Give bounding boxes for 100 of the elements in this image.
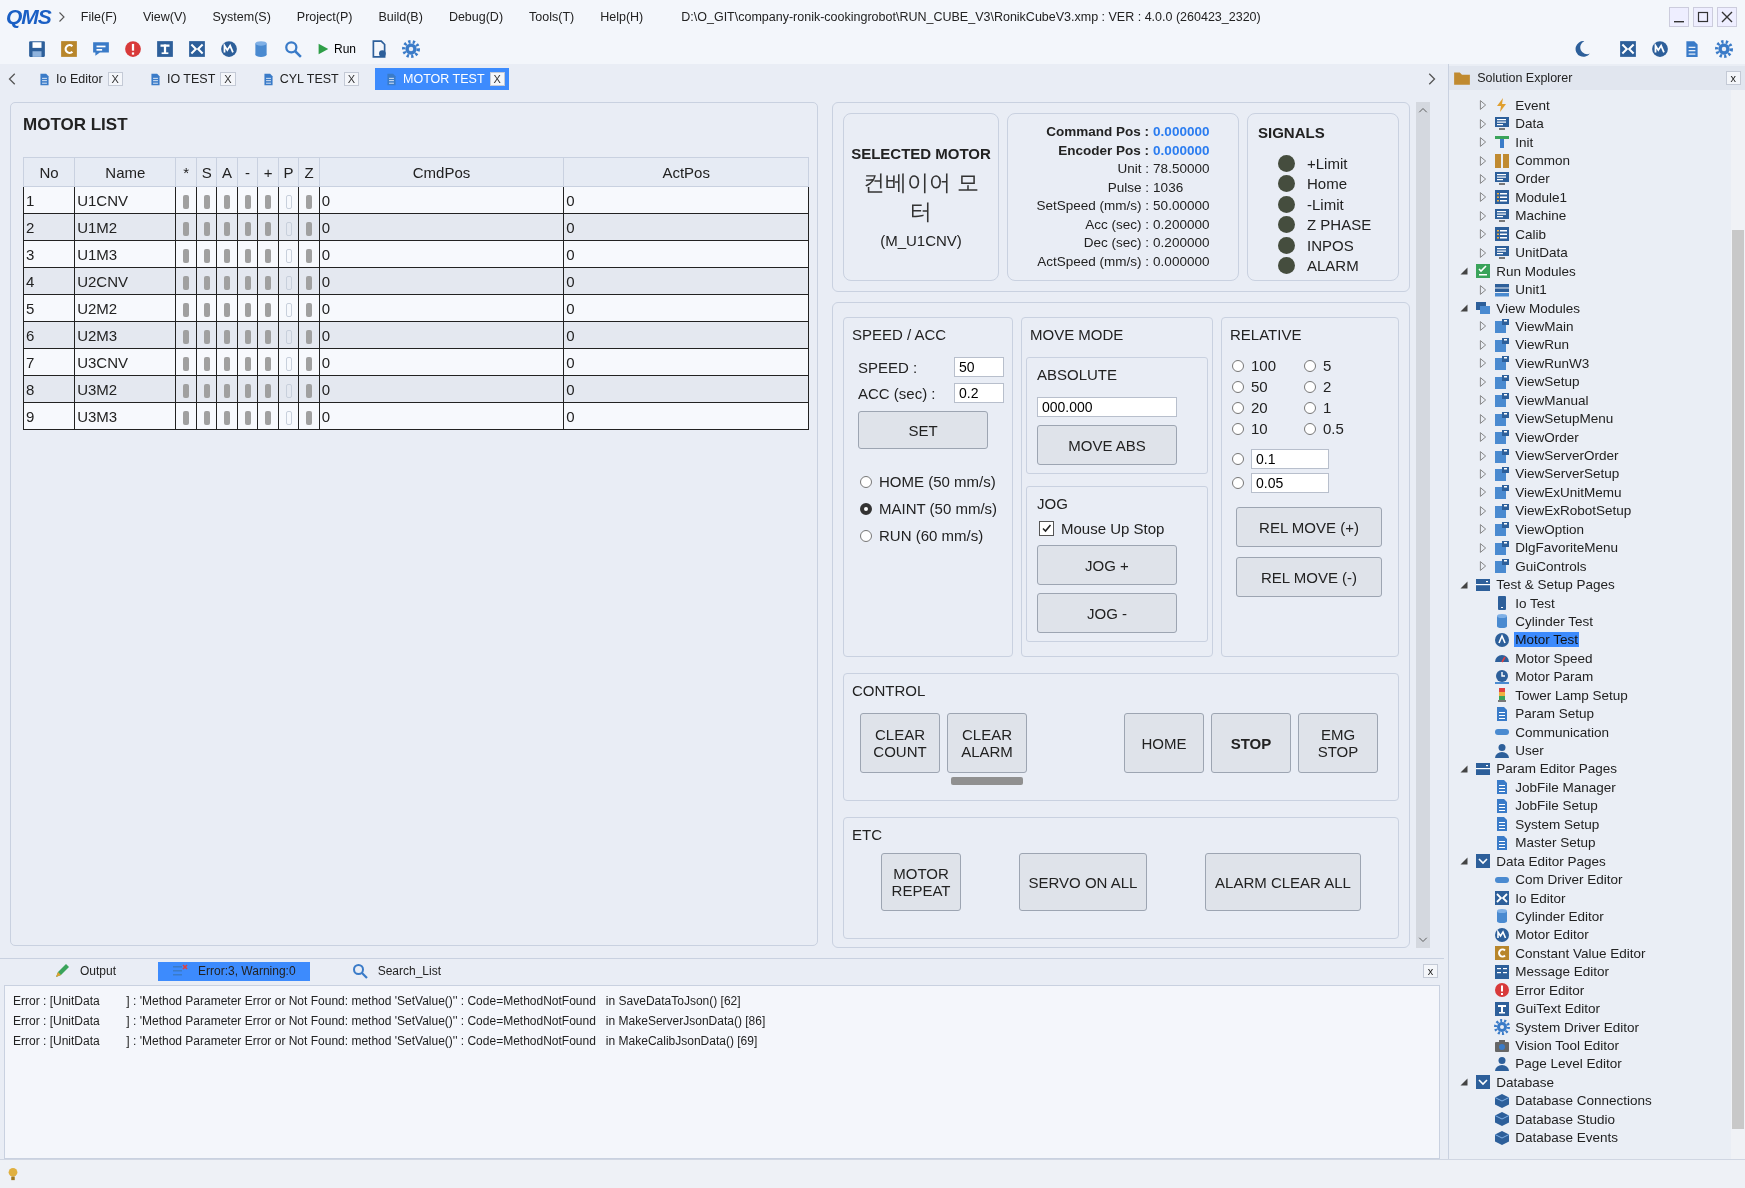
tab-close-button[interactable]: X bbox=[343, 72, 360, 86]
tree-item[interactable]: ViewMain bbox=[1514, 318, 1575, 334]
tree-item[interactable]: System Driver Editor bbox=[1514, 1019, 1640, 1035]
move-abs-button[interactable]: MOVE ABS bbox=[1037, 425, 1177, 465]
control-button[interactable]: EMG STOP bbox=[1298, 713, 1378, 773]
tree-item[interactable]: Database Connections bbox=[1514, 1093, 1653, 1109]
menu-item[interactable]: System(S) bbox=[212, 9, 271, 24]
io-icon[interactable] bbox=[188, 39, 206, 58]
scroll-down-icon[interactable] bbox=[1418, 934, 1428, 944]
tree-item[interactable]: DlgFavoriteMenu bbox=[1514, 540, 1619, 556]
menu-item[interactable]: Project(P) bbox=[296, 9, 353, 24]
tab-label[interactable]: Io Editor bbox=[56, 72, 103, 86]
tree-item[interactable]: View Modules bbox=[1495, 300, 1581, 316]
tree-item[interactable]: Master Setup bbox=[1514, 835, 1597, 851]
scrollbar[interactable] bbox=[1731, 90, 1745, 1159]
tree-item[interactable]: Communication bbox=[1514, 724, 1610, 740]
tree-item[interactable]: Cylinder Editor bbox=[1514, 908, 1605, 924]
menu-item[interactable]: View(V) bbox=[142, 9, 187, 24]
tree-item[interactable]: ViewSetupMenu bbox=[1514, 411, 1615, 427]
radio-option[interactable]: 1 bbox=[1304, 399, 1364, 416]
menu-item[interactable]: Build(B) bbox=[378, 9, 423, 24]
tree-item[interactable]: Error Editor bbox=[1514, 982, 1586, 998]
tree-item[interactable]: ViewExUnitMemu bbox=[1514, 484, 1623, 500]
menu-item[interactable]: Tools(T) bbox=[529, 9, 575, 24]
document-icon[interactable] bbox=[1683, 39, 1701, 58]
rel-move-button[interactable]: REL MOVE (+) bbox=[1236, 507, 1382, 547]
tree-item[interactable]: ViewManual bbox=[1514, 392, 1590, 408]
radio-option[interactable]: 2 bbox=[1304, 378, 1364, 395]
control-button[interactable]: CLEAR ALARM bbox=[947, 713, 1027, 773]
tree-item[interactable]: Constant Value Editor bbox=[1514, 945, 1647, 961]
jog-button[interactable]: JOG - bbox=[1037, 593, 1177, 633]
tree-item[interactable]: Order bbox=[1514, 171, 1551, 187]
etc-button[interactable]: SERVO ON ALL bbox=[1019, 853, 1147, 911]
input-field[interactable]: 0.05 bbox=[1251, 473, 1329, 493]
tree-item[interactable]: Common bbox=[1514, 153, 1571, 169]
tree-item[interactable]: ViewExRobotSetup bbox=[1514, 503, 1633, 519]
control-button[interactable]: HOME bbox=[1124, 713, 1204, 773]
etc-button[interactable]: ALARM CLEAR ALL bbox=[1205, 853, 1361, 911]
tree-item[interactable]: Tower Lamp Setup bbox=[1514, 687, 1629, 703]
search-icon[interactable] bbox=[284, 39, 302, 58]
io-icon[interactable] bbox=[1619, 39, 1637, 58]
input-field[interactable]: 000.000 bbox=[1037, 397, 1177, 417]
tree-item[interactable]: Motor Param bbox=[1514, 669, 1595, 685]
tree-item[interactable]: Run Modules bbox=[1495, 263, 1577, 279]
radio-option[interactable]: 10 bbox=[1232, 420, 1304, 437]
tree-item[interactable]: Com Driver Editor bbox=[1514, 872, 1624, 888]
maximize-icon[interactable] bbox=[1693, 6, 1713, 27]
etc-button[interactable]: MOTOR REPEAT bbox=[881, 853, 961, 911]
tab-label[interactable]: CYL TEST bbox=[279, 72, 339, 86]
document-tab[interactable]: CYL TEST X bbox=[251, 68, 364, 90]
radio-option[interactable]: 0.5 bbox=[1304, 420, 1364, 437]
menu-item[interactable]: Debug(D) bbox=[448, 9, 504, 24]
message-icon[interactable] bbox=[92, 39, 110, 58]
tree-item[interactable]: Calib bbox=[1514, 226, 1547, 242]
tree-item[interactable]: ViewRunW3 bbox=[1514, 355, 1591, 371]
tab-close-button[interactable]: X bbox=[107, 72, 123, 86]
radio-button[interactable] bbox=[1232, 477, 1244, 489]
tree-item[interactable]: Motor Test bbox=[1514, 632, 1579, 648]
tree-item[interactable]: JobFile Setup bbox=[1514, 798, 1599, 814]
radio-option[interactable]: 100 bbox=[1232, 357, 1304, 374]
close-icon[interactable] bbox=[1717, 6, 1737, 27]
minimize-icon[interactable] bbox=[1669, 6, 1689, 27]
constant-icon[interactable] bbox=[60, 39, 78, 58]
radio-option[interactable]: 50 bbox=[1232, 378, 1304, 395]
tree-item[interactable]: Init bbox=[1514, 134, 1535, 150]
radio-option[interactable]: RUN (60 mm/s) bbox=[860, 527, 1004, 544]
tree-item[interactable]: Database Events bbox=[1514, 1130, 1619, 1146]
text-icon[interactable] bbox=[156, 39, 174, 58]
radio-option[interactable]: HOME (50 mm/s) bbox=[860, 473, 1004, 490]
run-button[interactable]: Run bbox=[316, 41, 356, 56]
tree-item[interactable]: ViewOrder bbox=[1514, 429, 1580, 445]
motor-icon[interactable] bbox=[1651, 39, 1669, 58]
radio-option[interactable]: 20 bbox=[1232, 399, 1304, 416]
tree-item[interactable]: GuiText Editor bbox=[1514, 1001, 1601, 1017]
error-icon[interactable] bbox=[124, 39, 142, 58]
tree-item[interactable]: GuiControls bbox=[1514, 558, 1588, 574]
radio-option[interactable]: 5 bbox=[1304, 357, 1364, 374]
set-button[interactable]: SET bbox=[858, 411, 988, 449]
output-tab[interactable]: Search_List bbox=[337, 961, 455, 981]
tree-item[interactable]: Machine bbox=[1514, 208, 1568, 224]
tree-item[interactable]: ViewServerSetup bbox=[1514, 466, 1621, 482]
tree-item[interactable]: ViewRun bbox=[1514, 337, 1570, 353]
tree-item[interactable]: Param Setup bbox=[1514, 706, 1595, 722]
settings-icon[interactable] bbox=[1715, 39, 1733, 58]
input-field[interactable]: 0.1 bbox=[1251, 449, 1329, 469]
tree-item[interactable]: Database Studio bbox=[1514, 1111, 1616, 1127]
tree-item[interactable]: Event bbox=[1514, 97, 1551, 113]
tree-item[interactable]: Test & Setup Pages bbox=[1495, 577, 1616, 593]
tree-item[interactable]: Data Editor Pages bbox=[1495, 853, 1607, 869]
output-tab[interactable]: Error:3, Warning:0 bbox=[158, 961, 310, 981]
tree-item[interactable]: Message Editor bbox=[1514, 964, 1610, 980]
save-icon[interactable] bbox=[28, 39, 46, 58]
tree-item[interactable]: Param Editor Pages bbox=[1495, 761, 1618, 777]
tree-item[interactable]: User bbox=[1514, 743, 1545, 759]
close-button[interactable]: x bbox=[1422, 964, 1439, 978]
output-tab[interactable]: Output bbox=[40, 961, 131, 981]
settings-icon[interactable] bbox=[402, 39, 420, 58]
radio-button[interactable] bbox=[1232, 453, 1244, 465]
control-button[interactable]: CLEAR COUNT bbox=[860, 713, 940, 773]
tab-close-button[interactable]: X bbox=[220, 72, 236, 86]
